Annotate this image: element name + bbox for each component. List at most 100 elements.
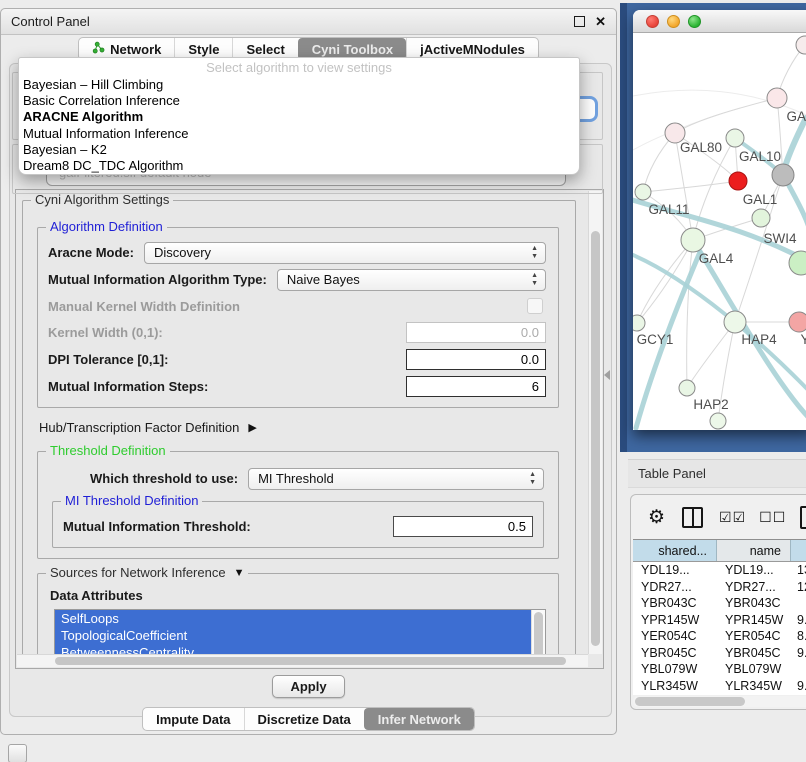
network-node[interactable] bbox=[681, 228, 705, 252]
network-node[interactable] bbox=[789, 312, 806, 332]
columns-icon[interactable] bbox=[682, 507, 703, 528]
table-panel-titlebar: Table Panel bbox=[628, 459, 806, 488]
algorithm-option-basic-correlation-inference[interactable]: Basic Correlation Inference bbox=[23, 93, 579, 109]
table-cell: YPR145W bbox=[633, 613, 717, 627]
tab-infer-network[interactable]: Infer Network bbox=[364, 708, 474, 730]
network-node[interactable] bbox=[726, 129, 744, 147]
algorithm-option-mutual-information-inference[interactable]: Mutual Information Inference bbox=[23, 126, 579, 142]
network-node[interactable] bbox=[772, 164, 794, 186]
settings-horizontal-scrollbar[interactable] bbox=[17, 654, 588, 667]
table-cell: YER054C bbox=[633, 629, 717, 643]
corner-widget-button[interactable] bbox=[8, 744, 27, 762]
table-panel-title: Table Panel bbox=[638, 466, 706, 481]
column-header-shared[interactable]: shared... bbox=[633, 540, 717, 561]
network-node[interactable] bbox=[710, 413, 726, 429]
attribute-item-betweennesscentrality[interactable]: BetweennessCentrality bbox=[55, 644, 532, 654]
mi-threshold-group: MI Threshold Definition Mutual Informati… bbox=[52, 501, 544, 548]
group-title: Threshold Definition bbox=[46, 443, 170, 459]
tab-label: Network bbox=[110, 42, 161, 57]
sources-collapse-header[interactable]: Sources for Network Inference ▼ bbox=[46, 565, 248, 581]
network-node[interactable] bbox=[679, 380, 695, 396]
attribute-item-topologicalcoefficient[interactable]: TopologicalCoefficient bbox=[55, 627, 532, 644]
panel-splitter-handle[interactable] bbox=[604, 370, 610, 380]
mi-steps-label: Mutual Information Steps: bbox=[48, 379, 208, 394]
network-node[interactable] bbox=[633, 315, 645, 331]
settings-vertical-scrollbar[interactable] bbox=[588, 191, 602, 654]
zoom-traffic-light[interactable] bbox=[688, 15, 701, 28]
sources-title: Sources for Network Inference bbox=[50, 565, 226, 581]
table-row[interactable]: YDL19...YDL19...13 bbox=[633, 562, 806, 579]
tab-label: Style bbox=[188, 42, 219, 57]
algorithm-option-dream8-dc-tdc-algorithm[interactable]: Dream8 DC_TDC Algorithm bbox=[23, 158, 579, 174]
aracne-mode-select[interactable]: Discovery ▲▼ bbox=[144, 242, 546, 264]
table-row[interactable]: YLR345WYLR345W9. bbox=[633, 678, 806, 695]
float-window-icon[interactable] bbox=[574, 16, 585, 27]
tab-discretize-data[interactable]: Discretize Data bbox=[244, 708, 364, 730]
table-row[interactable]: YPR145WYPR145W9. bbox=[633, 612, 806, 629]
algorithm-option-aracne-algorithm[interactable]: ARACNE Algorithm bbox=[23, 109, 579, 125]
column-header-name[interactable]: name bbox=[717, 540, 791, 561]
table-cell: YDR27... bbox=[717, 580, 791, 594]
network-node[interactable] bbox=[729, 172, 747, 190]
tab-label: Infer Network bbox=[378, 712, 461, 727]
table-row[interactable]: YIL052CYIL052C9. bbox=[633, 694, 806, 695]
minimize-traffic-light[interactable] bbox=[667, 15, 680, 28]
table-row[interactable]: YER054CYER054C8. bbox=[633, 628, 806, 645]
deselect-all-checkboxes-icon[interactable]: ☐☐ bbox=[759, 509, 786, 526]
which-threshold-value: MI Threshold bbox=[258, 471, 334, 486]
attribute-item-selfloops[interactable]: SelfLoops bbox=[55, 610, 532, 627]
hub-definition-expander[interactable]: Hub/Transcription Factor Definition ▶ bbox=[39, 420, 575, 435]
which-threshold-select[interactable]: MI Threshold ▲▼ bbox=[248, 468, 544, 490]
algorithm-option-bayesian-k2[interactable]: Bayesian – K2 bbox=[23, 142, 579, 158]
table-horizontal-scrollbar[interactable] bbox=[633, 696, 806, 707]
mi-type-value: Naive Bayes bbox=[287, 272, 360, 287]
table-cell: 13 bbox=[791, 563, 806, 577]
table-cell: YPR145W bbox=[717, 613, 791, 627]
tab-impute-data[interactable]: Impute Data bbox=[143, 708, 243, 730]
network-node[interactable] bbox=[724, 311, 746, 333]
table-row[interactable]: YBL079WYBL079W bbox=[633, 661, 806, 678]
node-label-gal11: GAL11 bbox=[648, 202, 689, 217]
table-row[interactable]: YBR043CYBR043C bbox=[633, 595, 806, 612]
mi-threshold-input[interactable]: 0.5 bbox=[393, 516, 533, 537]
table-cell: 9. bbox=[791, 679, 806, 693]
network-node[interactable] bbox=[752, 209, 770, 227]
mi-type-row: Mutual Information Algorithm Type: Naive… bbox=[48, 269, 546, 290]
sources-group: Sources for Network Inference ▼ Data Att… bbox=[37, 573, 559, 654]
network-titlebar[interactable] bbox=[633, 10, 806, 33]
list-scrollbar[interactable] bbox=[531, 610, 545, 654]
algorithm-option-bayesian-hill-climbing[interactable]: Bayesian – Hill Climbing bbox=[23, 77, 579, 93]
apply-button[interactable]: Apply bbox=[272, 675, 344, 698]
network-node[interactable] bbox=[796, 36, 806, 54]
threshold-definition-group: Threshold Definition Which threshold to … bbox=[37, 451, 559, 559]
select-all-checkboxes-icon[interactable]: ☑☑ bbox=[719, 509, 746, 526]
mi-steps-input[interactable]: 6 bbox=[406, 376, 546, 397]
table-row[interactable]: YBR045CYBR045C9. bbox=[633, 645, 806, 662]
table-cell: 9. bbox=[791, 613, 806, 627]
manual-kernel-checkbox[interactable] bbox=[527, 298, 543, 314]
column-header-3[interactable] bbox=[791, 540, 806, 561]
table-cell: 9. bbox=[791, 646, 806, 660]
node-label-gal10: GAL10 bbox=[739, 149, 781, 164]
network-node[interactable] bbox=[635, 184, 651, 200]
gear-icon[interactable]: ⚙ bbox=[648, 508, 665, 527]
dpi-tolerance-input[interactable]: 0.0 bbox=[406, 349, 546, 370]
aracne-mode-row: Aracne Mode: Discovery ▲▼ bbox=[48, 242, 546, 263]
document-icon[interactable] bbox=[800, 506, 806, 529]
settings-scroll-area: Cyni Algorithm Settings Algorithm Defini… bbox=[15, 189, 604, 669]
algorithm-dropdown-popup: Select algorithm to view settings Bayesi… bbox=[18, 57, 580, 175]
close-traffic-light[interactable] bbox=[646, 15, 659, 28]
mi-type-select[interactable]: Naive Bayes ▲▼ bbox=[277, 269, 546, 291]
manual-kernel-row: Manual Kernel Width Definition bbox=[48, 296, 546, 316]
data-attributes-label: Data Attributes bbox=[50, 588, 548, 603]
node-label-y: Y bbox=[800, 332, 806, 347]
kernel-width-input[interactable]: 0.0 bbox=[406, 322, 546, 343]
dpi-tolerance-label: DPI Tolerance [0,1]: bbox=[48, 352, 168, 367]
table-row[interactable]: YDR27...YDR27...12 bbox=[633, 579, 806, 596]
hub-definition-label: Hub/Transcription Factor Definition bbox=[39, 420, 239, 435]
tab-label: Impute Data bbox=[156, 712, 230, 727]
network-window-frame: GALGAL80GAL10GAL11GAL1SWI4GAL4GCY1HAP4YH… bbox=[620, 3, 806, 452]
network-node[interactable] bbox=[767, 88, 787, 108]
network-canvas[interactable]: GALGAL80GAL10GAL11GAL1SWI4GAL4GCY1HAP4YH… bbox=[633, 32, 806, 430]
close-icon[interactable]: ✕ bbox=[595, 15, 606, 28]
